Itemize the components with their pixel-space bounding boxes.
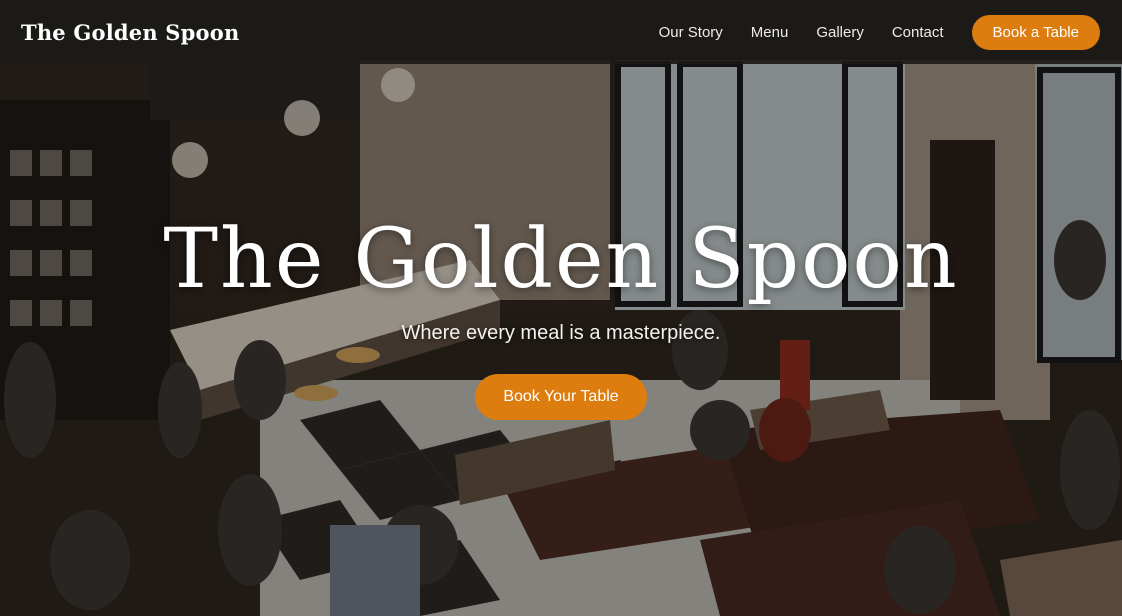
top-navbar: The Golden Spoon Our Story Menu Gallery … [0,0,1122,64]
brand-logo-text[interactable]: The Golden Spoon [21,20,239,45]
book-your-table-button[interactable]: Book Your Table [475,374,647,420]
landing-page: The Golden Spoon Our Story Menu Gallery … [0,0,1122,616]
hero-tagline: Where every meal is a masterpiece. [401,322,721,344]
nav-link-our-story[interactable]: Our Story [659,24,723,41]
main-nav: Our Story Menu Gallery Contact Book a Ta… [659,14,1100,50]
nav-link-gallery[interactable]: Gallery [816,24,864,41]
nav-link-contact[interactable]: Contact [892,24,944,41]
hero-section: The Golden Spoon Where every meal is a m… [0,200,1122,420]
hero-title: The Golden Spoon [163,212,959,307]
book-a-table-button[interactable]: Book a Table [971,14,1100,50]
nav-link-menu[interactable]: Menu [751,24,789,41]
